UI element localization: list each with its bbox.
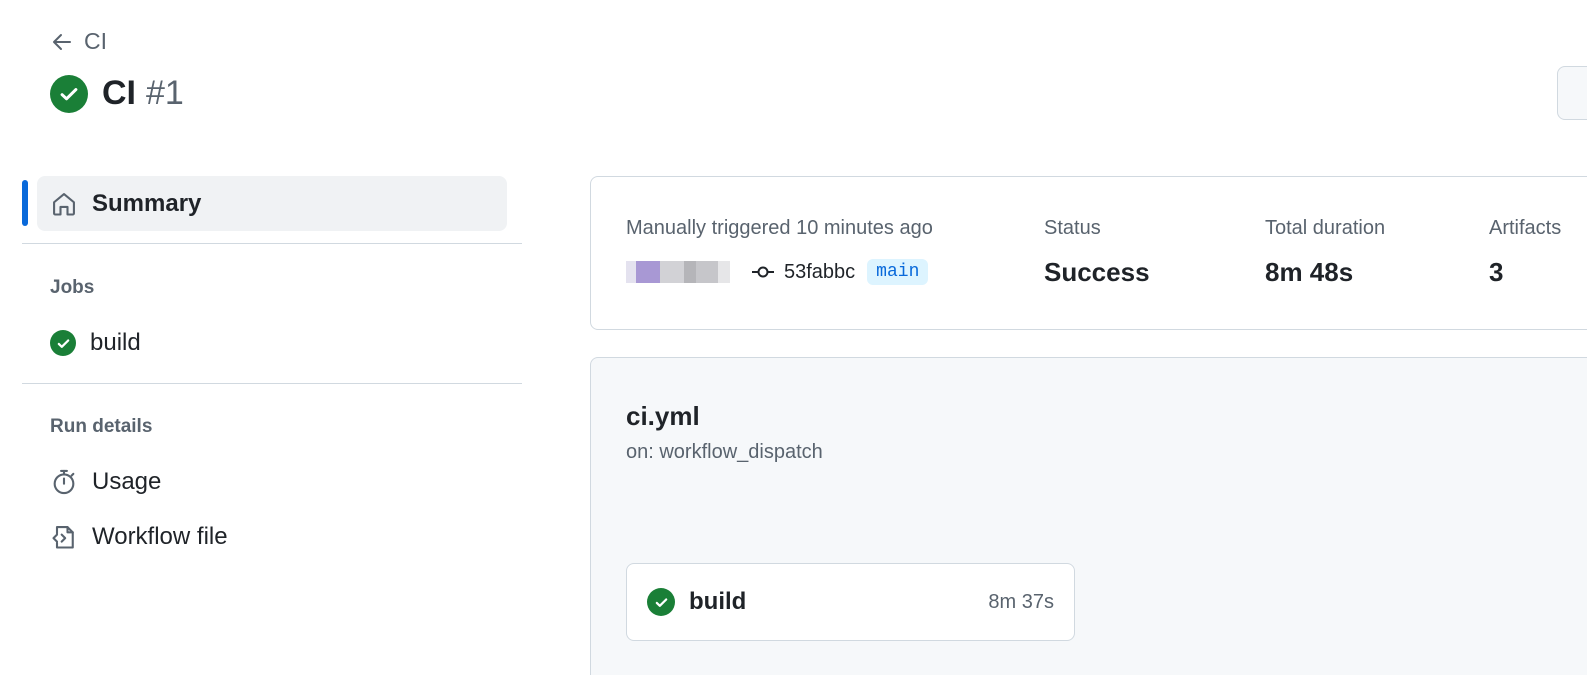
- header-action-button[interactable]: [1557, 66, 1587, 120]
- stopwatch-icon: [53, 469, 75, 495]
- sidebar-item-label: Workflow file: [92, 523, 228, 550]
- run-title: CI: [102, 74, 136, 112]
- sidebar-item-label: Usage: [92, 468, 162, 495]
- back-link-label: CI: [84, 28, 107, 54]
- duration-value: 8m 48s: [1265, 257, 1354, 287]
- workflow-file-name: ci.yml: [626, 401, 700, 431]
- actor-avatar[interactable]: [626, 259, 732, 285]
- success-check-icon: [50, 330, 76, 356]
- trigger-meta: 53fabbc main: [626, 259, 929, 285]
- workflow-run-page: CI CI #1 Summary Jobs build Run details …: [0, 0, 1587, 675]
- sidebar-item-usage[interactable]: Usage: [50, 468, 161, 496]
- arrow-left-icon: [53, 33, 71, 50]
- status-value: Success: [1044, 257, 1150, 287]
- workflow-trigger: on: workflow_dispatch: [626, 441, 823, 463]
- job-duration: 8m 37s: [988, 590, 1054, 613]
- run-details-heading: Run details: [50, 416, 153, 437]
- file-code-icon: [52, 526, 74, 549]
- sidebar-item-workflow-file[interactable]: Workflow file: [50, 523, 228, 551]
- duration-label: Total duration: [1265, 217, 1386, 239]
- home-icon: [53, 192, 75, 216]
- page-title: CI #1: [50, 74, 184, 113]
- branch-badge[interactable]: main: [867, 259, 929, 285]
- git-commit-icon: [752, 266, 774, 278]
- artifacts-label: Artifacts: [1489, 217, 1562, 239]
- run-summary-card: Manually triggered 10 minutes ago 53fabb…: [590, 176, 1587, 330]
- commit-sha-link[interactable]: 53fabbc: [784, 261, 855, 284]
- success-check-icon: [647, 588, 675, 616]
- back-to-workflow-link[interactable]: CI: [50, 28, 107, 55]
- job-card-build[interactable]: build 8m 37s: [626, 563, 1075, 641]
- sidebar-item-label: Summary: [92, 189, 202, 217]
- divider: [22, 383, 522, 384]
- jobs-heading: Jobs: [50, 277, 95, 298]
- status-label: Status: [1044, 217, 1101, 239]
- artifacts-count-link[interactable]: 3: [1489, 257, 1503, 288]
- sidebar-item-job-build[interactable]: build: [50, 329, 141, 357]
- job-name: build: [689, 588, 747, 615]
- active-indicator: [22, 180, 28, 226]
- run-number: #1: [146, 74, 184, 112]
- workflow-graph: ci.yml on: workflow_dispatch build 8m 37…: [590, 357, 1587, 675]
- sidebar-item-summary[interactable]: Summary: [37, 176, 507, 231]
- success-check-icon: [50, 74, 88, 113]
- trigger-text: Manually triggered 10 minutes ago: [626, 217, 933, 239]
- sidebar-item-label: build: [90, 329, 141, 356]
- divider: [22, 243, 522, 244]
